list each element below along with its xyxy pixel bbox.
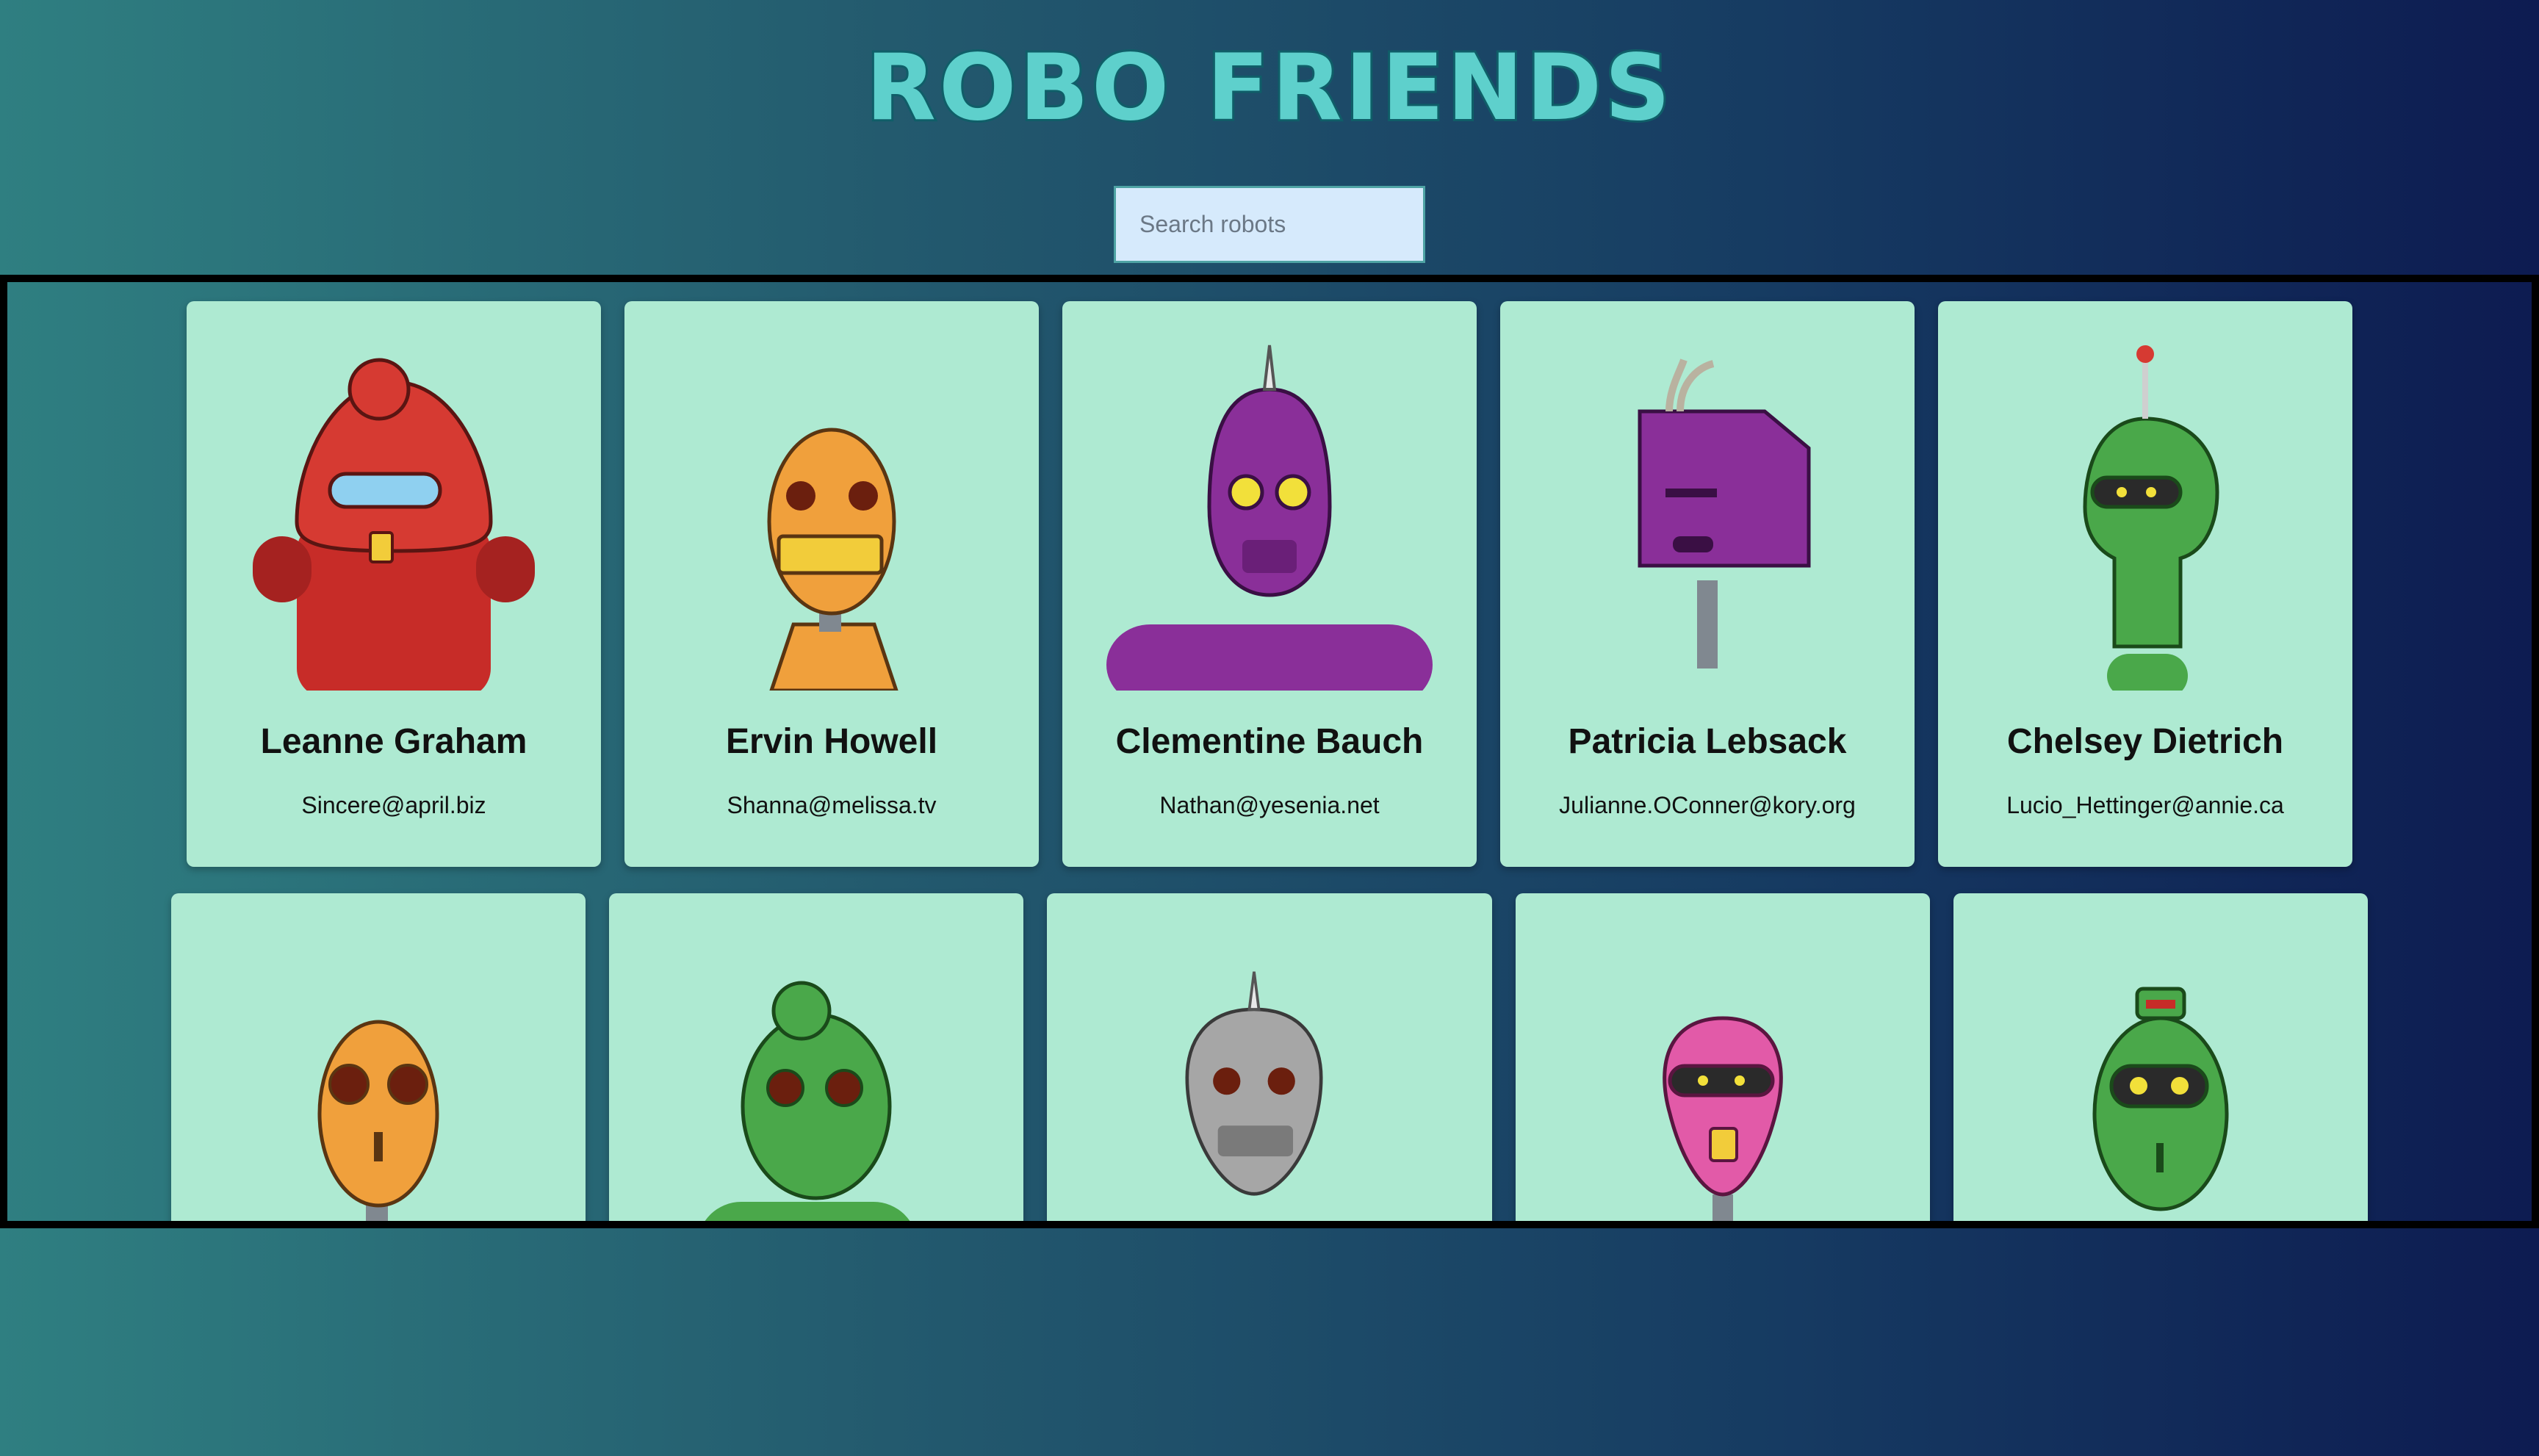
app-title: ROBO FRIENDS	[863, 35, 1674, 141]
robot-avatar	[624, 301, 1039, 691]
robot-name: Leanne Graham	[260, 722, 527, 761]
robot-card[interactable]: Chelsey Dietrich Lucio_Hettinger@annie.c…	[1938, 301, 2352, 867]
robot-avatar	[609, 893, 1023, 1221]
robot-card[interactable]	[1516, 893, 1930, 1221]
robot-card[interactable]: Clementine Bauch Nathan@yesenia.net	[1062, 301, 1477, 867]
robot-card[interactable]: Patricia Lebsack Julianne.OConner@kory.o…	[1500, 301, 1915, 867]
robot-avatar	[1938, 301, 2352, 691]
robot-name: Clementine Bauch	[1115, 722, 1424, 761]
robot-email: Lucio_Hettinger@annie.ca	[2006, 792, 2284, 818]
robot-avatar	[1047, 893, 1461, 1221]
robot-avatar	[1953, 893, 2368, 1221]
robot-email: Nathan@yesenia.net	[1159, 792, 1380, 818]
search-input[interactable]	[1114, 186, 1425, 263]
robot-name: Ervin Howell	[725, 722, 938, 761]
card-list-scroll[interactable]: Leanne Graham Sincere@april.biz Ervin Ho…	[0, 275, 2539, 1228]
robot-avatar	[171, 893, 586, 1221]
search-box	[1114, 186, 1425, 263]
robot-name: Chelsey Dietrich	[2006, 722, 2284, 761]
robot-avatar	[1516, 893, 1930, 1221]
robot-card[interactable]	[1953, 893, 2368, 1221]
robot-card[interactable]	[1047, 893, 1492, 1221]
robot-card[interactable]: Leanne Graham Sincere@april.biz	[187, 301, 601, 867]
robot-email: Shanna@melissa.tv	[727, 792, 937, 818]
app-title-wrap: ROBO FRIENDS	[0, 37, 2539, 140]
robot-card[interactable]	[171, 893, 586, 1221]
robot-avatar	[1062, 301, 1477, 691]
robot-avatar	[1500, 301, 1915, 691]
robot-name: Patricia Lebsack	[1568, 722, 1847, 761]
robot-card[interactable]: Ervin Howell Shanna@melissa.tv	[624, 301, 1039, 867]
robot-avatar	[187, 301, 601, 691]
robot-email: Julianne.OConner@kory.org	[1559, 792, 1856, 818]
robot-email: Sincere@april.biz	[301, 792, 486, 818]
robot-card[interactable]	[609, 893, 1023, 1221]
